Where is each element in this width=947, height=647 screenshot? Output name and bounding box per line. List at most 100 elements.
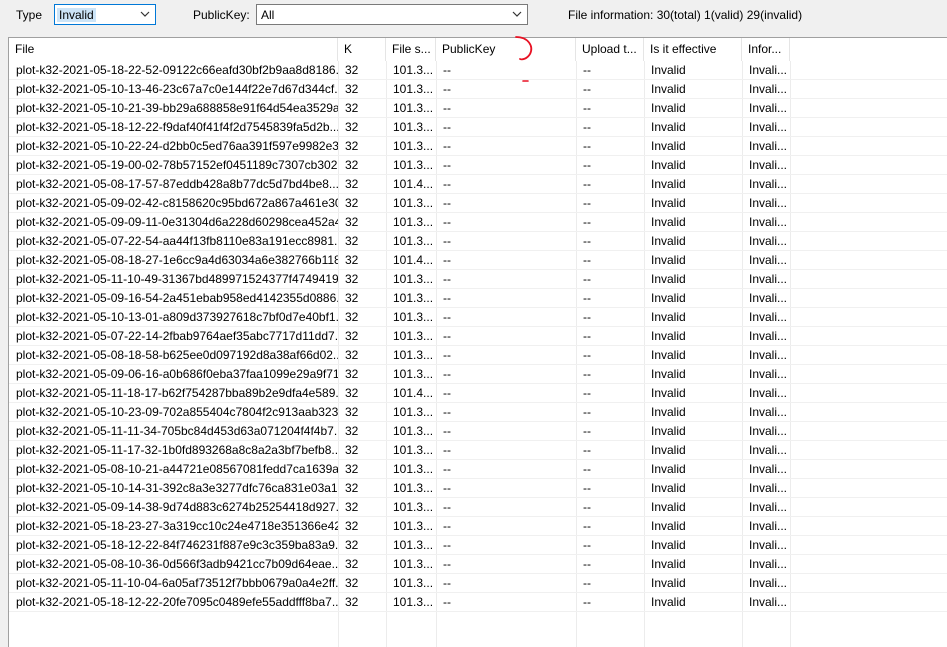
table-row[interactable]: plot-k32-2021-05-11-11-34-705bc84d453d63… <box>9 422 947 441</box>
cell-file-size: 101.3... <box>393 139 434 153</box>
table-row[interactable]: plot-k32-2021-05-07-22-14-2fbab9764aef35… <box>9 327 947 346</box>
cell-publickey: -- <box>443 462 451 476</box>
cell-file-size: 101.3... <box>393 234 434 248</box>
cell-file-size: 101.3... <box>393 63 434 77</box>
cell-publickey: -- <box>443 595 451 609</box>
table-row[interactable]: plot-k32-2021-05-08-10-21-a44721e0856708… <box>9 460 947 479</box>
column-header-file-size[interactable]: File s... <box>386 38 436 61</box>
cell-file-size: 101.3... <box>393 158 434 172</box>
column-header-information[interactable]: Infor... <box>742 38 790 61</box>
table-row[interactable]: plot-k32-2021-05-10-13-46-23c67a7c0e144f… <box>9 80 947 99</box>
cell-k: 32 <box>345 139 359 153</box>
cell-file: plot-k32-2021-05-19-00-02-78b57152ef0451… <box>16 158 338 172</box>
table-row[interactable]: plot-k32-2021-05-07-22-54-aa44f13fb8110e… <box>9 232 947 251</box>
cell-file-size: 101.3... <box>393 538 434 552</box>
cell-file: plot-k32-2021-05-18-12-22-f9daf40f41f4f2… <box>16 120 338 134</box>
cell-is-it-effective: Invalid <box>651 557 686 571</box>
column-header-upload-time[interactable]: Upload t... <box>576 38 644 61</box>
table-row[interactable]: plot-k32-2021-05-09-06-16-a0b686f0eba37f… <box>9 365 947 384</box>
cell-is-it-effective: Invalid <box>651 443 686 457</box>
cell-file-size: 101.3... <box>393 424 434 438</box>
table-row[interactable]: plot-k32-2021-05-18-12-22-84f746231f887e… <box>9 536 947 555</box>
table-row[interactable]: plot-k32-2021-05-11-10-49-31367bd4899715… <box>9 270 947 289</box>
cell-k: 32 <box>345 386 359 400</box>
table-row[interactable]: plot-k32-2021-05-08-18-58-b625ee0d097192… <box>9 346 947 365</box>
table-row[interactable]: plot-k32-2021-05-08-10-36-0d566f3adb9421… <box>9 555 947 574</box>
table-row[interactable]: plot-k32-2021-05-11-10-04-6a05af73512f7b… <box>9 574 947 593</box>
cell-k: 32 <box>345 234 359 248</box>
table-row[interactable]: plot-k32-2021-05-19-00-02-78b57152ef0451… <box>9 156 947 175</box>
column-header-k[interactable]: K <box>338 38 386 61</box>
table-row[interactable]: plot-k32-2021-05-09-14-38-9d74d883c6274b… <box>9 498 947 517</box>
cell-information: Invali... <box>749 310 788 324</box>
table-row[interactable]: plot-k32-2021-05-18-22-52-09122c66eafd30… <box>9 61 947 80</box>
cell-information: Invali... <box>749 595 788 609</box>
cell-is-it-effective: Invalid <box>651 386 686 400</box>
cell-publickey: -- <box>443 348 451 362</box>
cell-upload-time: -- <box>583 348 591 362</box>
cell-publickey: -- <box>443 443 451 457</box>
cell-k: 32 <box>345 576 359 590</box>
cell-upload-time: -- <box>583 424 591 438</box>
table-row[interactable]: plot-k32-2021-05-11-17-32-1b0fd893268a8c… <box>9 441 947 460</box>
table-row[interactable]: plot-k32-2021-05-18-12-22-f9daf40f41f4f2… <box>9 118 947 137</box>
table-row[interactable]: plot-k32-2021-05-10-21-39-bb29a688858e91… <box>9 99 947 118</box>
cell-is-it-effective: Invalid <box>651 272 686 286</box>
table-row[interactable]: plot-k32-2021-05-08-17-57-87eddb428a8b77… <box>9 175 947 194</box>
table-row[interactable]: plot-k32-2021-05-10-22-24-d2bb0c5ed76aa3… <box>9 137 947 156</box>
cell-upload-time: -- <box>583 177 591 191</box>
cell-publickey: -- <box>443 329 451 343</box>
cell-upload-time: -- <box>583 158 591 172</box>
column-header-publickey[interactable]: PublicKey <box>436 38 576 61</box>
file-list[interactable]: File K File s... PublicKey Upload t... I… <box>8 37 947 647</box>
cell-is-it-effective: Invalid <box>651 367 686 381</box>
cell-is-it-effective: Invalid <box>651 481 686 495</box>
cell-information: Invali... <box>749 576 788 590</box>
cell-upload-time: -- <box>583 481 591 495</box>
table-row[interactable]: plot-k32-2021-05-09-02-42-c8158620c95bd6… <box>9 194 947 213</box>
column-header-is-it-effective[interactable]: Is it effective <box>644 38 742 61</box>
table-row[interactable]: plot-k32-2021-05-09-16-54-2a451ebab958ed… <box>9 289 947 308</box>
cell-k: 32 <box>345 310 359 324</box>
cell-is-it-effective: Invalid <box>651 576 686 590</box>
cell-file-size: 101.3... <box>393 576 434 590</box>
cell-information: Invali... <box>749 367 788 381</box>
column-header-file[interactable]: File <box>9 38 338 61</box>
cell-upload-time: -- <box>583 196 591 210</box>
table-body: plot-k32-2021-05-18-22-52-09122c66eafd30… <box>9 61 947 612</box>
table-row[interactable]: plot-k32-2021-05-18-12-22-20fe7095c0489e… <box>9 593 947 612</box>
table-row[interactable]: plot-k32-2021-05-11-18-17-b62f754287bba8… <box>9 384 947 403</box>
publickey-dropdown[interactable]: All <box>256 4 528 25</box>
table-row[interactable]: plot-k32-2021-05-10-14-31-392c8a3e3277df… <box>9 479 947 498</box>
table-row[interactable]: plot-k32-2021-05-08-18-27-1e6cc9a4d63034… <box>9 251 947 270</box>
cell-file: plot-k32-2021-05-10-22-24-d2bb0c5ed76aa3… <box>16 139 338 153</box>
table-row[interactable]: plot-k32-2021-05-18-23-27-3a319cc10c24e4… <box>9 517 947 536</box>
cell-file-size: 101.3... <box>393 329 434 343</box>
cell-upload-time: -- <box>583 367 591 381</box>
cell-information: Invali... <box>749 101 788 115</box>
cell-information: Invali... <box>749 215 788 229</box>
cell-file: plot-k32-2021-05-09-06-16-a0b686f0eba37f… <box>16 367 338 381</box>
cell-k: 32 <box>345 367 359 381</box>
cell-file-size: 101.3... <box>393 481 434 495</box>
cell-upload-time: -- <box>583 576 591 590</box>
cell-file: plot-k32-2021-05-10-13-46-23c67a7c0e144f… <box>16 82 338 96</box>
cell-file-size: 101.3... <box>393 443 434 457</box>
cell-file-size: 101.3... <box>393 500 434 514</box>
cell-information: Invali... <box>749 424 788 438</box>
cell-is-it-effective: Invalid <box>651 291 686 305</box>
cell-file-size: 101.3... <box>393 272 434 286</box>
cell-information: Invali... <box>749 63 788 77</box>
cell-k: 32 <box>345 82 359 96</box>
cell-information: Invali... <box>749 481 788 495</box>
cell-is-it-effective: Invalid <box>651 595 686 609</box>
table-row[interactable]: plot-k32-2021-05-09-09-11-0e31304d6a228d… <box>9 213 947 232</box>
cell-is-it-effective: Invalid <box>651 500 686 514</box>
cell-k: 32 <box>345 424 359 438</box>
cell-upload-time: -- <box>583 557 591 571</box>
type-dropdown[interactable]: Invalid <box>54 4 156 25</box>
cell-file-size: 101.3... <box>393 291 434 305</box>
cell-k: 32 <box>345 443 359 457</box>
table-row[interactable]: plot-k32-2021-05-10-13-01-a809d373927618… <box>9 308 947 327</box>
table-row[interactable]: plot-k32-2021-05-10-23-09-702a855404c780… <box>9 403 947 422</box>
